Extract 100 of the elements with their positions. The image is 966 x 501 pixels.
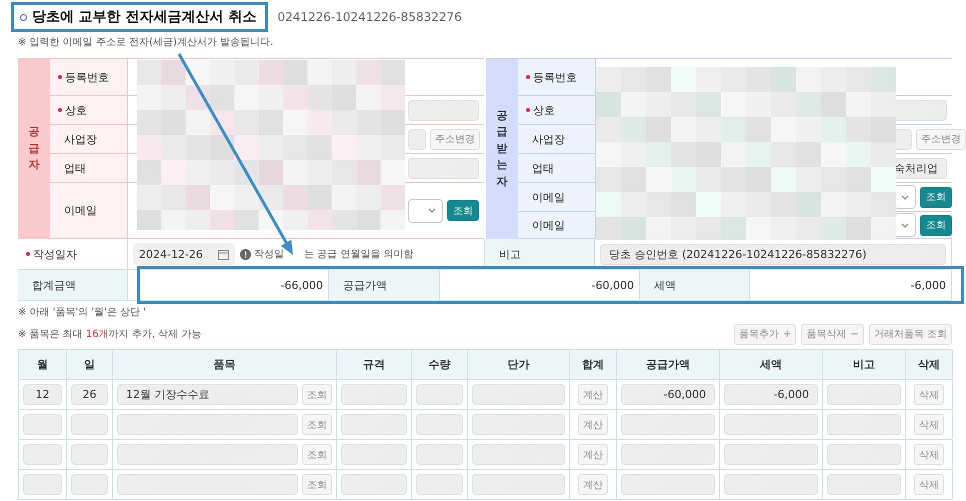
supply-amount-field[interactable] (621, 474, 715, 495)
day-field[interactable] (71, 414, 108, 435)
tax-field[interactable]: -6,000 (724, 384, 818, 405)
column-header: 공급가액 (617, 350, 720, 379)
section-heading: 공급자 (28, 124, 40, 174)
column-header: 월 (19, 350, 67, 379)
unit-price-field[interactable] (472, 414, 565, 435)
lookup-button[interactable]: 조회 (302, 474, 332, 495)
lookup-button[interactable]: 조회 (302, 444, 332, 465)
field-label: 작성일자 (33, 246, 77, 262)
supply-amount-field[interactable]: -60,000 (621, 384, 715, 405)
unit-price-field[interactable] (472, 384, 565, 405)
column-header: 단가 (468, 350, 570, 379)
column-header: 삭제 (906, 350, 953, 379)
total-label: 공급가액 (343, 278, 387, 292)
quantity-field[interactable] (416, 444, 463, 465)
date-field[interactable]: 2024-12-26 (133, 243, 235, 265)
item-field[interactable]: 12월 기장수수료 (117, 384, 298, 405)
month-field[interactable] (23, 414, 62, 435)
note-text: ※ 품목은 최대 16개까지 추가, 삭제 가능 (18, 328, 202, 341)
change-address-button[interactable]: 주소변경 (916, 128, 966, 150)
spec-field[interactable] (341, 474, 407, 495)
tax-field[interactable] (724, 444, 818, 465)
calculate-button[interactable]: 계산 (578, 474, 608, 495)
calculate-button[interactable]: 계산 (578, 414, 608, 435)
calculate-button[interactable]: 계산 (578, 384, 608, 405)
field-label: 비고 (499, 246, 521, 262)
item-field[interactable] (117, 444, 298, 465)
item-field[interactable] (117, 474, 298, 495)
month-field[interactable]: 12 (23, 384, 62, 405)
change-address-button[interactable]: 주소변경 (430, 128, 480, 150)
chevron-down-icon (428, 208, 436, 213)
month-field[interactable] (23, 444, 62, 465)
month-field[interactable] (23, 474, 62, 495)
note-text: ※ 아래 '품목'의 '월'은 상단 ' (18, 306, 146, 319)
quantity-field[interactable] (416, 474, 463, 495)
day-field[interactable] (71, 444, 108, 465)
column-header: 일 (67, 350, 113, 379)
unit-price-field[interactable] (472, 444, 565, 465)
section-heading: 공급받는자 (496, 108, 508, 190)
text-field[interactable]: 숙처리업 (894, 158, 947, 178)
supply-amount-field[interactable] (621, 444, 715, 465)
column-header: 세액 (720, 350, 823, 379)
remark-field[interactable] (827, 474, 901, 495)
chevron-down-icon (901, 194, 909, 200)
email-select[interactable] (894, 213, 916, 237)
email-select[interactable] (894, 185, 916, 209)
text-field[interactable] (408, 158, 479, 178)
delete-button[interactable]: 삭제 (914, 474, 944, 495)
lookup-button[interactable]: 조회 (920, 214, 952, 236)
field-label: 업태 (532, 160, 554, 176)
field-label: 이메일 (532, 218, 565, 232)
delete-button[interactable]: 삭제 (914, 384, 944, 405)
remarks-field[interactable]: 당초 승인번호 (20241226-10241226-85832276) (600, 244, 946, 264)
email-select[interactable] (408, 198, 443, 222)
spec-field[interactable] (341, 414, 407, 435)
hint-text: 는 공급 연월일을 의미함 (304, 248, 414, 261)
address-field[interactable] (408, 128, 426, 150)
total-label: 세액 (654, 278, 676, 292)
tax-field[interactable] (724, 474, 818, 495)
item-action-button[interactable]: 품목추가 + (734, 324, 796, 344)
item-action-button[interactable]: 거래처품목 조회 (868, 324, 952, 344)
approval-number: 0241226-10241226-85832276 (278, 10, 462, 24)
lookup-button[interactable]: 조회 (302, 414, 332, 435)
item-action-button[interactable]: 품목삭제 − (801, 324, 864, 344)
spec-field[interactable] (341, 444, 407, 465)
remark-field[interactable] (827, 414, 901, 435)
column-header: 수량 (412, 350, 468, 379)
field-label: 이메일 (532, 190, 565, 204)
delete-button[interactable]: 삭제 (914, 444, 944, 465)
lookup-button[interactable]: 조회 (302, 384, 332, 405)
calculate-button[interactable]: 계산 (578, 444, 608, 465)
field-label: 사업장 (532, 132, 565, 146)
supply-amount-field[interactable] (621, 414, 715, 435)
unit-price-field[interactable] (472, 474, 565, 495)
text-field[interactable] (894, 100, 947, 120)
amount-value: -60,000 (592, 278, 634, 292)
spec-field[interactable] (341, 384, 407, 405)
item-field[interactable] (117, 414, 298, 435)
column-header: 비고 (823, 350, 906, 379)
page-title: 당초에 교부한 전자세금계산서 취소 (20, 8, 256, 26)
notice-text: ※ 입력한 이메일 주소로 전자(세금)계산서가 발송됩니다. (18, 36, 274, 50)
column-header: 품목 (113, 350, 337, 379)
total-label: 합계금액 (32, 278, 76, 292)
delete-button[interactable]: 삭제 (914, 414, 944, 435)
day-field[interactable]: 26 (71, 384, 108, 405)
quantity-field[interactable] (416, 414, 463, 435)
tax-field[interactable] (724, 414, 818, 435)
day-field[interactable] (71, 474, 108, 495)
lookup-button[interactable]: 조회 (447, 200, 479, 221)
hint-text: 작성일 (254, 248, 284, 261)
quantity-field[interactable] (416, 384, 463, 405)
remark-field[interactable] (827, 444, 901, 465)
lookup-button[interactable]: 조회 (920, 186, 952, 208)
field-label: 상호 (65, 102, 87, 118)
amount-value: -6,000 (910, 278, 946, 292)
text-field[interactable] (408, 100, 479, 120)
chevron-down-icon (901, 222, 909, 228)
amount-value: -66,000 (280, 278, 323, 292)
remark-field[interactable] (827, 384, 901, 405)
